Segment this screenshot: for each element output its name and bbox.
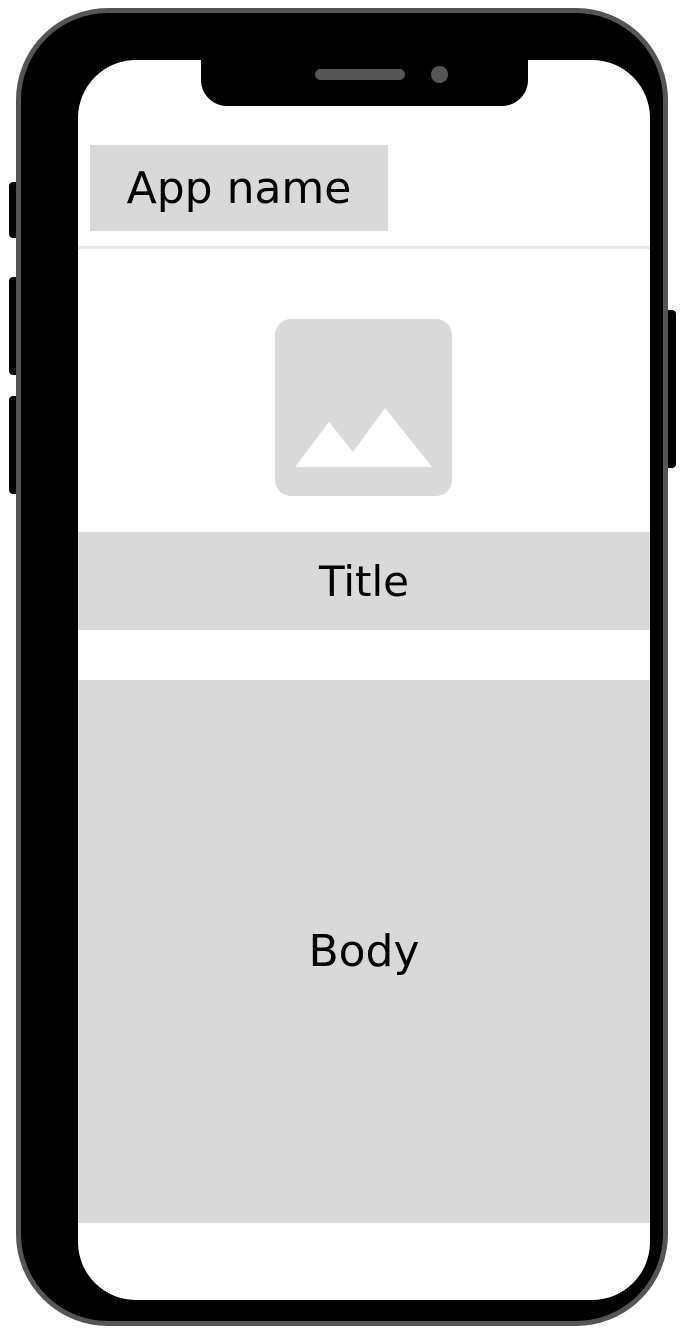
image-placeholder[interactable] — [275, 319, 452, 496]
body-block: Body — [78, 680, 650, 1223]
header-divider — [78, 246, 650, 249]
phone-screen: App name Title Body — [78, 60, 650, 1300]
speaker-grille — [315, 69, 405, 80]
image-placeholder-icon — [295, 408, 432, 467]
mockup-stage: App name Title Body — [0, 0, 683, 1333]
app-name-label: App name — [126, 162, 352, 214]
front-camera — [431, 66, 448, 83]
notch — [201, 60, 528, 106]
app-name-header: App name — [90, 145, 388, 231]
title-label: Title — [318, 556, 409, 606]
phone-frame: App name Title Body — [16, 8, 668, 1326]
body-label: Body — [308, 926, 420, 977]
title-block: Title — [78, 532, 650, 630]
